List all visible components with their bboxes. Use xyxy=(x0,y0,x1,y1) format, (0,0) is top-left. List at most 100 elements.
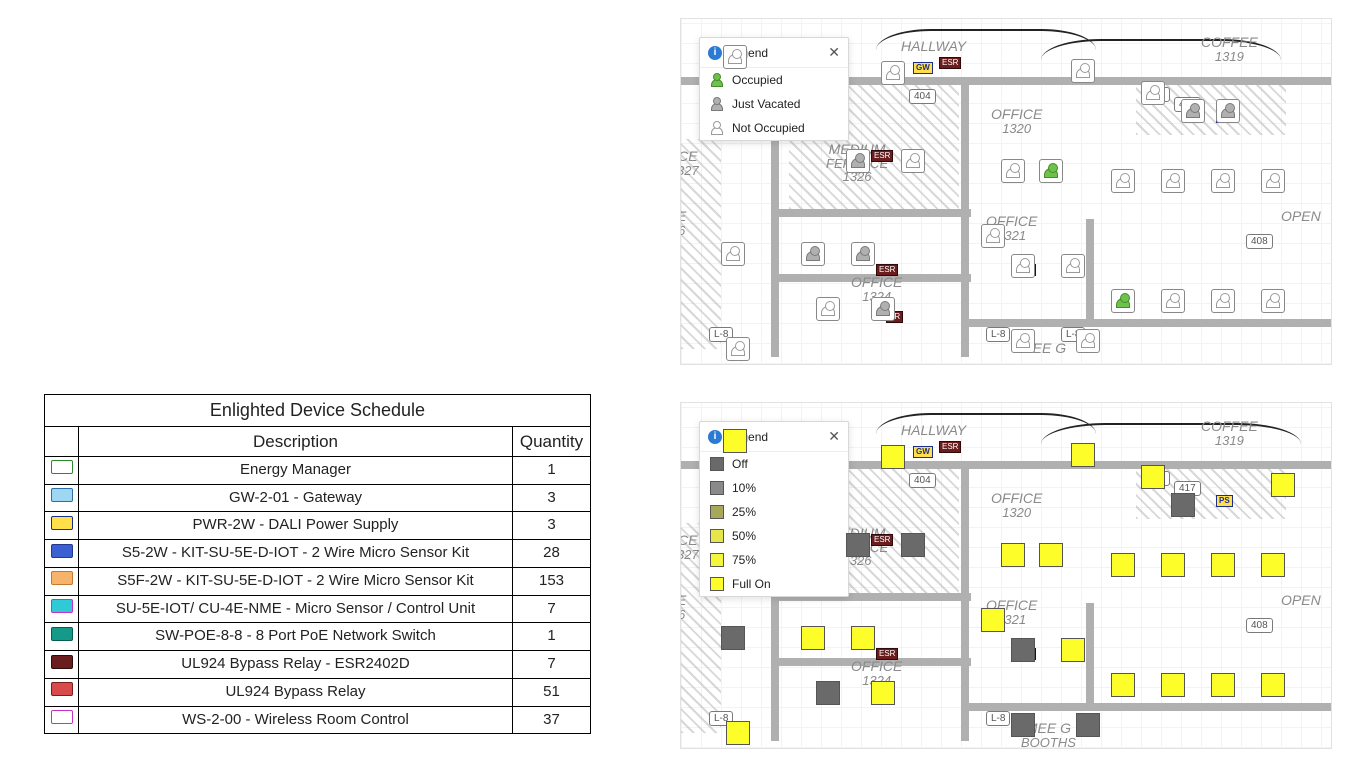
occupancy-sensor[interactable] xyxy=(723,45,747,69)
wall xyxy=(961,703,1331,711)
light-sensor[interactable] xyxy=(1039,543,1063,567)
device-esr[interactable]: ESR xyxy=(939,441,961,453)
occupancy-sensor[interactable] xyxy=(1001,159,1025,183)
legend-item-label: Occupied xyxy=(732,73,783,87)
light-sensor[interactable] xyxy=(1141,465,1165,489)
light-swatch-icon xyxy=(710,577,724,591)
room-label-ce: CE327 xyxy=(680,533,699,561)
device-ps[interactable]: PS xyxy=(1216,495,1233,507)
floorplan-light-level[interactable]: HALLWAY COFFEE1319 OFFICE1320 OFFICE1321… xyxy=(680,402,1332,749)
occupancy-sensor[interactable] xyxy=(1261,289,1285,313)
schedule-row: UL924 Bypass Relay51 xyxy=(45,678,591,706)
occupancy-sensor[interactable] xyxy=(1161,289,1185,313)
info-icon: i xyxy=(708,430,722,444)
light-sensor[interactable] xyxy=(1111,673,1135,697)
device-esr[interactable]: ESR xyxy=(939,57,961,69)
light-sensor[interactable] xyxy=(1261,553,1285,577)
occupancy-sensor[interactable] xyxy=(1211,169,1235,193)
light-sensor[interactable] xyxy=(1271,473,1295,497)
schedule-header-icon xyxy=(45,426,79,456)
room-label-coffee: COFFEE1319 xyxy=(1201,419,1258,447)
device-esr[interactable]: ESR xyxy=(876,264,898,276)
legend-item-label: 10% xyxy=(732,481,756,495)
occupancy-sensor[interactable] xyxy=(1181,99,1205,123)
device-desc: UL924 Bypass Relay xyxy=(79,678,513,706)
device-icon xyxy=(45,706,79,734)
schedule-row: UL924 Bypass Relay - ESR2402D7 xyxy=(45,651,591,679)
occupancy-sensor[interactable] xyxy=(1161,169,1185,193)
wall xyxy=(1086,603,1094,703)
occupancy-sensor[interactable] xyxy=(1111,289,1135,313)
close-icon[interactable]: ✕ xyxy=(828,44,840,61)
device-qty: 28 xyxy=(513,540,591,568)
device-esr[interactable]: ESR xyxy=(871,534,893,546)
occupancy-sensor[interactable] xyxy=(1061,254,1085,278)
light-sensor[interactable] xyxy=(981,608,1005,632)
occupancy-sensor[interactable] xyxy=(871,297,895,321)
light-sensor[interactable] xyxy=(1001,543,1025,567)
light-sensor[interactable] xyxy=(1111,553,1135,577)
light-sensor[interactable] xyxy=(1161,553,1185,577)
occupancy-sensor[interactable] xyxy=(981,224,1005,248)
light-sensor[interactable] xyxy=(816,681,840,705)
room-label-e: E6 xyxy=(680,593,686,621)
occupancy-sensor[interactable] xyxy=(846,149,870,173)
occupancy-sensor[interactable] xyxy=(1011,254,1035,278)
close-icon[interactable]: ✕ xyxy=(828,428,840,445)
occupancy-sensor[interactable] xyxy=(1071,59,1095,83)
device-icon xyxy=(45,512,79,540)
occupancy-sensor[interactable] xyxy=(1111,169,1135,193)
occupancy-sensor[interactable] xyxy=(726,337,750,361)
light-sensor[interactable] xyxy=(1076,713,1100,737)
device-desc: S5-2W - KIT-SU-5E-D-IOT - 2 Wire Micro S… xyxy=(79,540,513,568)
device-esr[interactable]: ESR xyxy=(871,150,893,162)
light-sensor[interactable] xyxy=(1261,673,1285,697)
occupancy-sensor[interactable] xyxy=(1216,99,1240,123)
occupancy-sensor[interactable] xyxy=(721,242,745,266)
device-desc: UL924 Bypass Relay - ESR2402D xyxy=(79,651,513,679)
light-sensor[interactable] xyxy=(1161,673,1185,697)
device-gw[interactable]: GW xyxy=(913,62,933,74)
light-sensor[interactable] xyxy=(851,626,875,650)
legend-item: Off xyxy=(700,452,848,476)
device-desc: Energy Manager xyxy=(79,456,513,484)
floorplan-occupancy[interactable]: HALLWAY COFFEE1319 OFFICE1320 OFFICE1321… xyxy=(680,18,1332,365)
light-sensor[interactable] xyxy=(1061,638,1085,662)
occupancy-sensor[interactable] xyxy=(801,242,825,266)
light-sensor[interactable] xyxy=(1171,493,1195,517)
occupancy-sensor[interactable] xyxy=(1011,329,1035,353)
schedule-header-qty: Quantity xyxy=(513,426,591,456)
occupancy-sensor[interactable] xyxy=(901,149,925,173)
legend-item-label: Not Occupied xyxy=(732,121,805,135)
device-desc: S5F-2W - KIT-SU-5E-D-IOT - 2 Wire Micro … xyxy=(79,567,513,595)
occupancy-sensor[interactable] xyxy=(1039,159,1063,183)
light-sensor[interactable] xyxy=(871,681,895,705)
device-esr[interactable]: ESR xyxy=(876,648,898,660)
light-sensor[interactable] xyxy=(721,626,745,650)
light-sensor[interactable] xyxy=(1211,553,1235,577)
light-sensor[interactable] xyxy=(726,721,750,745)
occupancy-sensor[interactable] xyxy=(1076,329,1100,353)
occupancy-sensor[interactable] xyxy=(1261,169,1285,193)
device-schedule: Enlighted Device ScheduleDescriptionQuan… xyxy=(44,394,591,734)
device-gw[interactable]: GW xyxy=(913,446,933,458)
light-sensor[interactable] xyxy=(1011,713,1035,737)
occupancy-sensor[interactable] xyxy=(816,297,840,321)
light-sensor[interactable] xyxy=(846,533,870,557)
occupancy-sensor[interactable] xyxy=(1141,81,1165,105)
device-qty: 153 xyxy=(513,567,591,595)
light-sensor[interactable] xyxy=(1011,638,1035,662)
occupancy-sensor[interactable] xyxy=(1211,289,1235,313)
light-sensor[interactable] xyxy=(1071,443,1095,467)
light-sensor[interactable] xyxy=(901,533,925,557)
schedule-row: PWR-2W - DALI Power Supply3 xyxy=(45,512,591,540)
light-sensor[interactable] xyxy=(723,429,747,453)
light-sensor[interactable] xyxy=(881,445,905,469)
occupancy-sensor[interactable] xyxy=(851,242,875,266)
occupancy-sensor[interactable] xyxy=(881,61,905,85)
schedule-row: SW-POE-8-8 - 8 Port PoE Network Switch1 xyxy=(45,623,591,651)
legend-item-label: Off xyxy=(732,457,748,471)
light-sensor[interactable] xyxy=(1211,673,1235,697)
device-qty: 1 xyxy=(513,456,591,484)
light-sensor[interactable] xyxy=(801,626,825,650)
